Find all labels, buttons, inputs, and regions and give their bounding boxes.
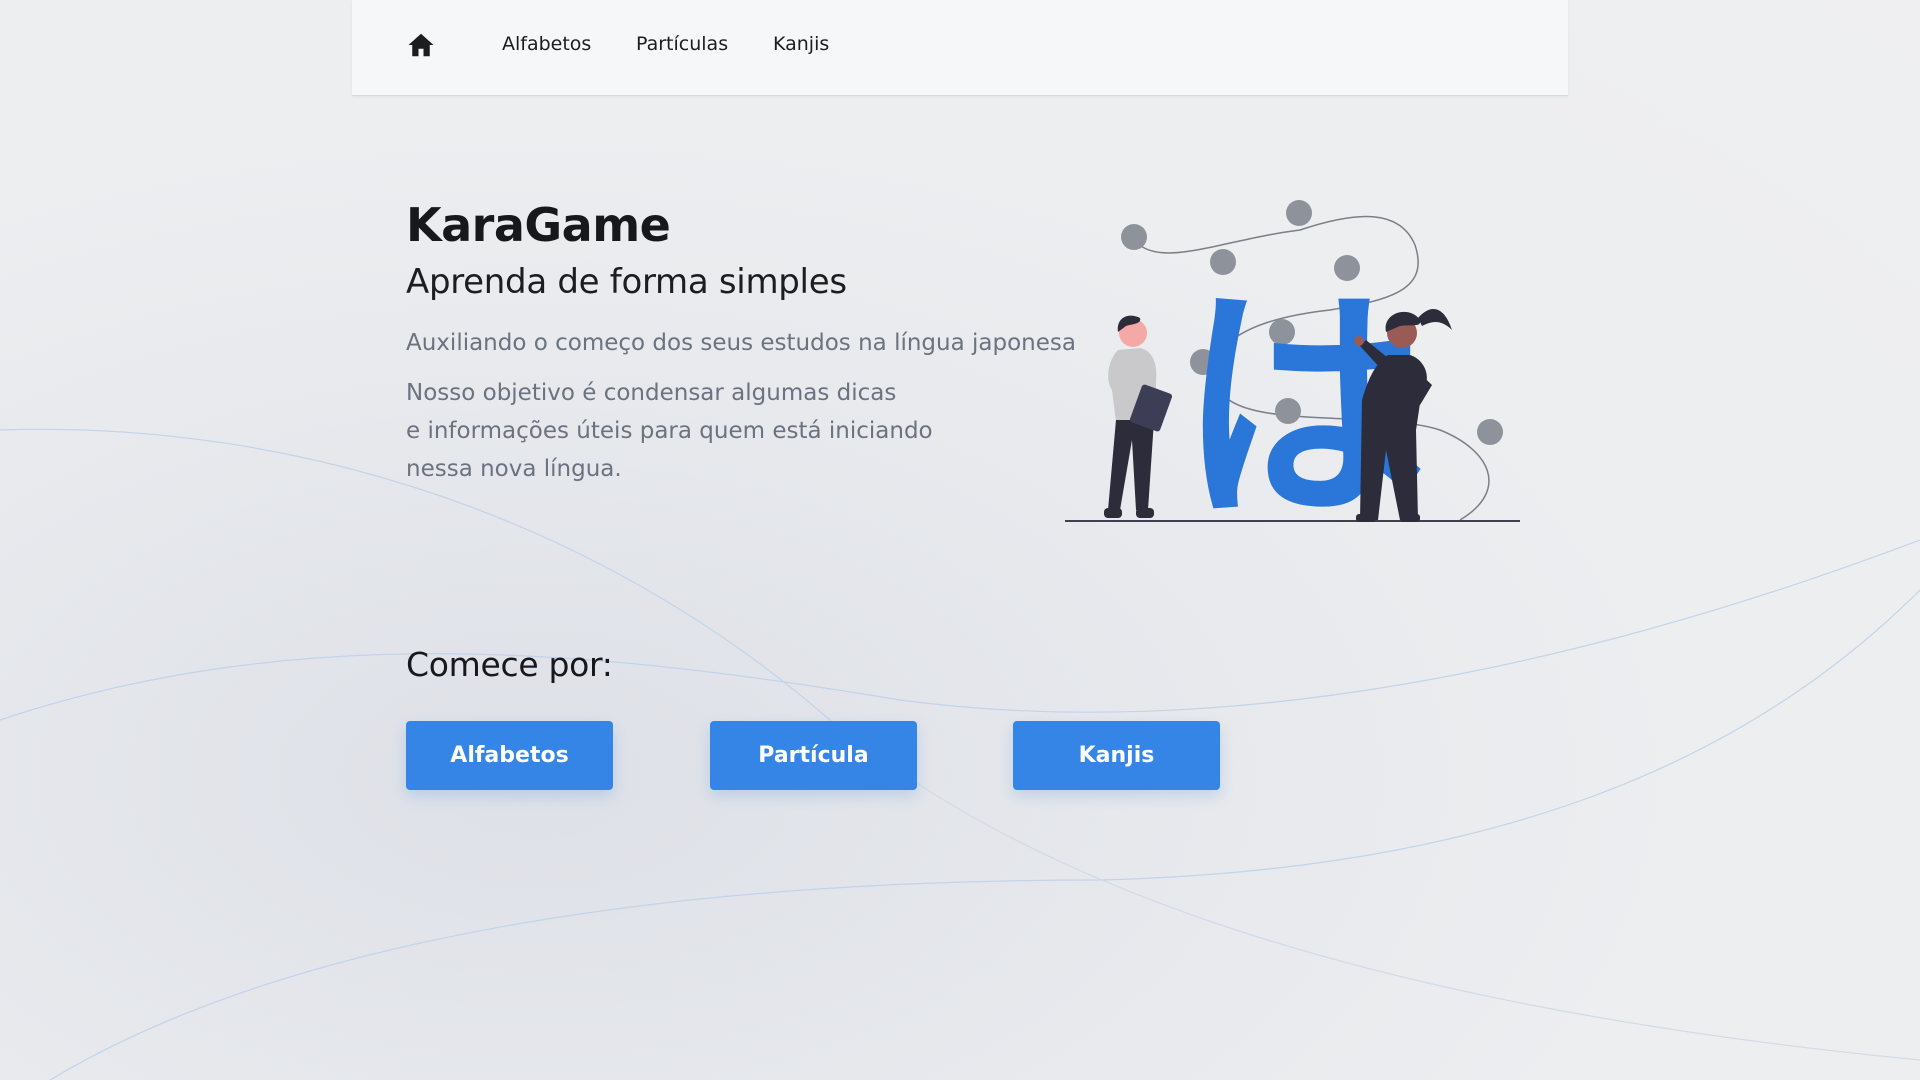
start-heading: Comece por:: [406, 645, 613, 684]
hero-description-line: nessa nova língua.: [406, 456, 622, 482]
dot: [1286, 200, 1312, 226]
page-subtitle: Aprenda de forma simples: [406, 262, 847, 302]
background-curves: [0, 428, 1920, 1080]
nav-link-alfabetos[interactable]: Alfabetos: [502, 33, 591, 55]
particula-button[interactable]: Partícula: [710, 721, 917, 790]
alfabetos-button[interactable]: Alfabetos: [406, 721, 613, 790]
nav-link-particulas[interactable]: Partículas: [636, 33, 728, 55]
dot: [1477, 419, 1503, 445]
hero-description: Nosso objetivo é condensar algumas dicas…: [406, 374, 933, 488]
home-icon[interactable]: [406, 30, 436, 60]
hero-illustration: は: [1065, 200, 1520, 530]
hero-description-line: Nosso objetivo é condensar algumas dicas: [406, 380, 897, 406]
top-navbar: Alfabetos Partículas Kanjis: [352, 0, 1568, 96]
person-left: [1104, 315, 1173, 518]
hero-description-line: e informações úteis para quem está inici…: [406, 418, 933, 444]
page-title: KaraGame: [406, 198, 671, 252]
nav-link-kanjis[interactable]: Kanjis: [773, 33, 829, 55]
dot: [1121, 224, 1147, 250]
kanjis-button[interactable]: Kanjis: [1013, 721, 1220, 790]
hero-tagline: Auxiliando o começo dos seus estudos na …: [406, 330, 1076, 356]
